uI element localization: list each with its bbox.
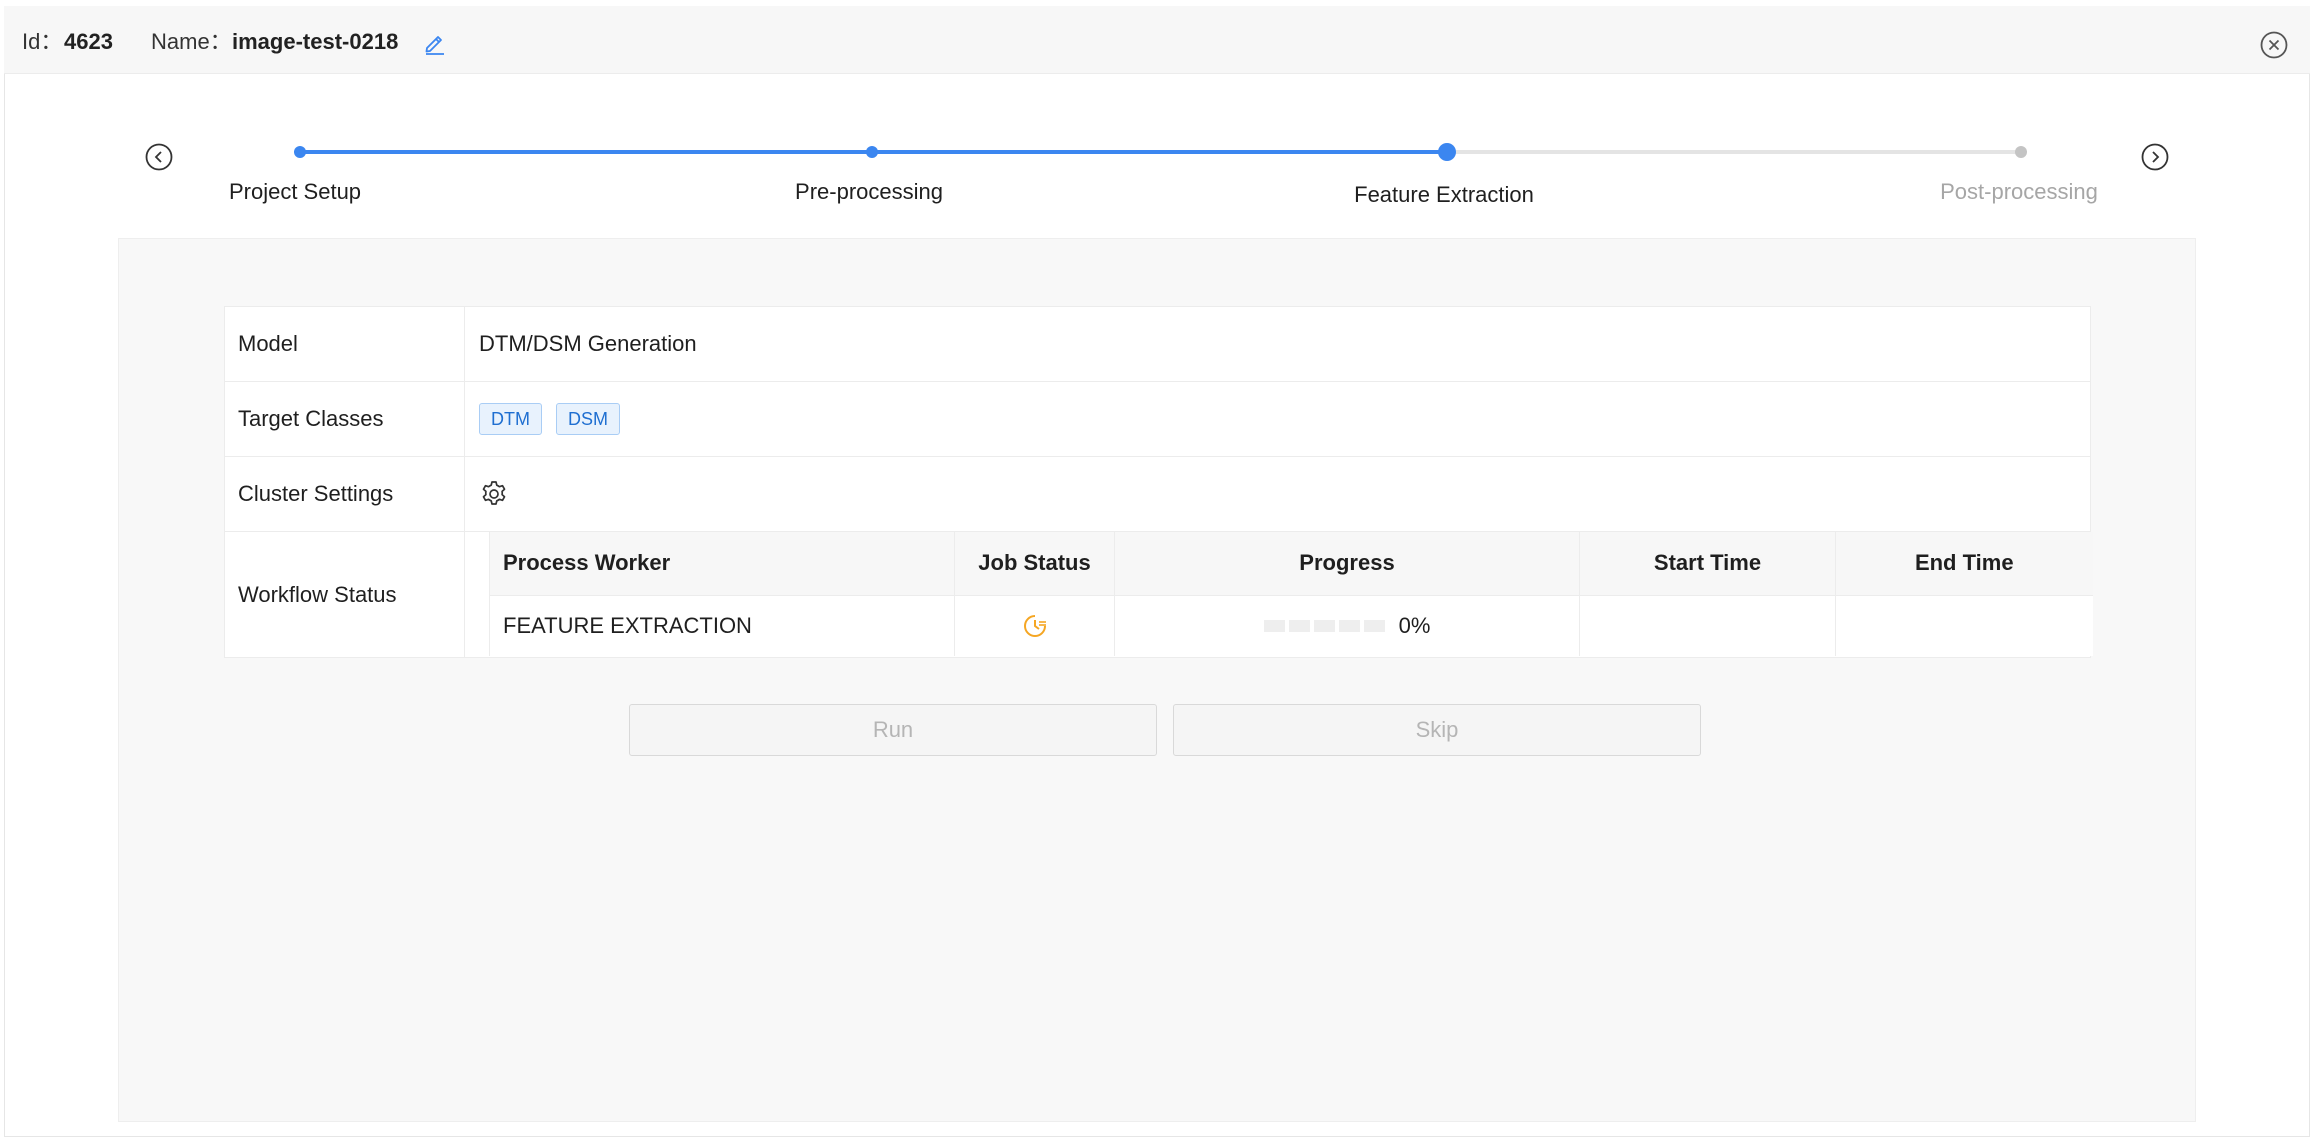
end-time-cell (1835, 595, 2093, 656)
workflow-table-wrap: Process Worker Job Status Progress Start… (465, 532, 2093, 657)
close-icon[interactable] (2259, 30, 2289, 60)
step-label-project-setup[interactable]: Project Setup (229, 178, 361, 206)
chevron-left-icon[interactable] (144, 142, 174, 172)
dialog-header: Id： 4623 Name： image-test-0218 (4, 6, 2310, 74)
table-row: FEATURE EXTRACTION 0% (489, 595, 2093, 656)
cluster-settings-label: Cluster Settings (225, 457, 465, 531)
step-connector-2 (872, 150, 1447, 154)
step-dot-project-setup[interactable] (294, 146, 306, 158)
gear-icon[interactable] (479, 479, 509, 509)
progress-bar (1263, 620, 1385, 633)
model-value: DTM/DSM Generation (479, 331, 697, 356)
step-connector-1 (300, 150, 872, 154)
id-label: Id： (22, 29, 63, 54)
step-dot-pre-processing[interactable] (866, 146, 878, 158)
chevron-right-icon[interactable] (2140, 142, 2170, 172)
workflow-status-label: Workflow Status (225, 532, 465, 657)
run-button[interactable]: Run (629, 704, 1157, 756)
name-label: Name： (151, 29, 232, 54)
row-workflow-status: Workflow Status Process Worker Job Statu… (225, 532, 2093, 657)
name-value: image-test-0218 (232, 29, 399, 54)
step-dot-post-processing[interactable] (2015, 146, 2027, 158)
col-progress: Progress (1114, 532, 1580, 596)
col-process-worker: Process Worker (489, 532, 955, 596)
workflow-table: Process Worker Job Status Progress Start… (489, 532, 2093, 656)
edit-icon[interactable] (422, 30, 448, 56)
col-end-time: End Time (1835, 532, 2093, 596)
details-table: Model DTM/DSM Generation Target Classes … (224, 306, 2093, 658)
col-job-status: Job Status (954, 532, 1115, 596)
tag-dsm: DSM (556, 403, 620, 435)
row-target-classes: Target Classes DTM DSM (225, 382, 2090, 457)
clock-pending-icon (1023, 614, 1046, 637)
start-time-cell (1579, 595, 1836, 656)
process-worker-cell: FEATURE EXTRACTION (489, 595, 955, 656)
col-start-time: Start Time (1579, 532, 1836, 596)
step-dot-feature-extraction[interactable] (1438, 143, 1456, 161)
job-status-cell (954, 595, 1115, 656)
row-model: Model DTM/DSM Generation (225, 307, 2090, 382)
progress-indicator: 0% (1263, 613, 1431, 639)
target-classes-tags: DTM DSM (465, 382, 2090, 456)
skip-button[interactable]: Skip (1173, 704, 1701, 756)
id-value: 4623 (64, 29, 113, 54)
step-connector-3 (1447, 150, 2020, 154)
step-label-feature-extraction[interactable]: Feature Extraction (1354, 181, 1534, 209)
step-label-post-processing[interactable]: Post-processing (1940, 178, 2098, 206)
model-label: Model (225, 307, 465, 381)
progress-text: 0% (1398, 613, 1431, 639)
step-label-pre-processing[interactable]: Pre-processing (795, 178, 943, 206)
progress-cell: 0% (1114, 595, 1580, 656)
tag-dtm: DTM (479, 403, 542, 435)
row-cluster-settings: Cluster Settings (225, 457, 2090, 532)
cluster-settings-value (465, 457, 2090, 531)
target-classes-label: Target Classes (225, 382, 465, 456)
